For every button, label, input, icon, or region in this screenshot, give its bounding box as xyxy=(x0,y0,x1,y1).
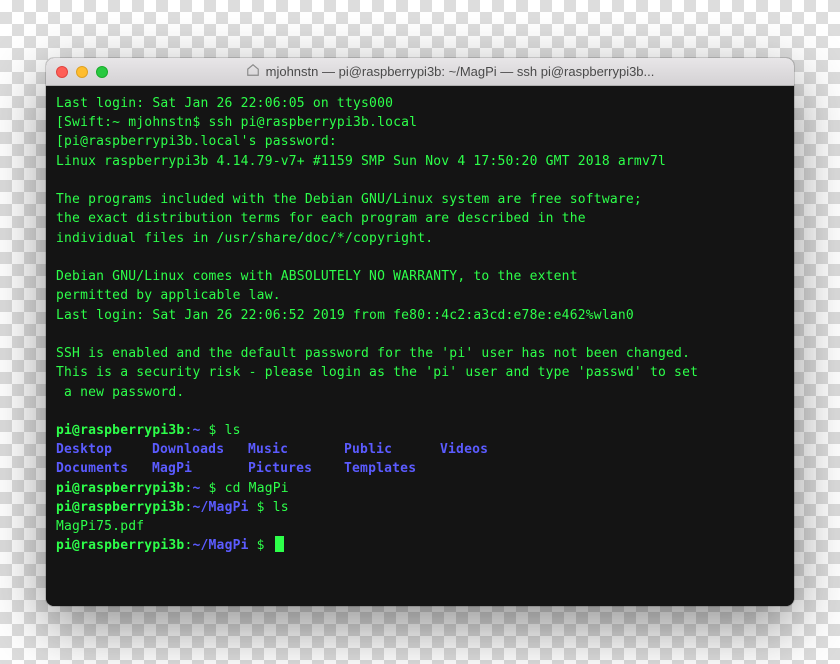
directory-name: Music xyxy=(248,440,344,459)
prompt-sep: : xyxy=(184,421,192,440)
prompt-path: ~ xyxy=(192,479,200,498)
terminal-line: Last login: Sat Jan 26 22:06:05 on ttys0… xyxy=(56,94,784,113)
prompt-user: pi@raspberrypi3b xyxy=(56,421,184,440)
directory-name: Videos xyxy=(440,440,784,459)
prompt-line: pi@raspberrypi3b:~/MagPi $ xyxy=(56,536,784,555)
terminal-line: Linux raspberrypi3b 4.14.79-v7+ #1159 SM… xyxy=(56,152,784,171)
command-text: cd MagPi xyxy=(225,479,289,498)
window-title-wrap: mjohnstn — pi@raspberrypi3b: ~/MagPi — s… xyxy=(116,63,784,80)
prompt-line: pi@raspberrypi3b:~ $ ls xyxy=(56,421,784,440)
blank-line xyxy=(56,171,784,190)
zoom-icon[interactable] xyxy=(96,66,108,78)
terminal-line: SSH is enabled and the default password … xyxy=(56,344,784,363)
directory-name: Desktop xyxy=(56,440,152,459)
directory-name: MagPi xyxy=(152,459,248,478)
prompt-sep: : xyxy=(184,479,192,498)
blank-line xyxy=(56,402,784,421)
prompt-line: pi@raspberrypi3b:~/MagPi $ ls xyxy=(56,498,784,517)
terminal-line: Last login: Sat Jan 26 22:06:52 2019 fro… xyxy=(56,306,784,325)
prompt-user: pi@raspberrypi3b xyxy=(56,536,184,555)
ls-output-row: Documents MagPi Pictures Templates xyxy=(56,459,784,478)
terminal-line: individual files in /usr/share/doc/*/cop… xyxy=(56,229,784,248)
terminal-line: The programs included with the Debian GN… xyxy=(56,190,784,209)
prompt-path: ~/MagPi xyxy=(192,536,248,555)
terminal-line: This is a security risk - please login a… xyxy=(56,363,784,382)
prompt-path: ~ xyxy=(192,421,200,440)
close-icon[interactable] xyxy=(56,66,68,78)
terminal-content[interactable]: Last login: Sat Jan 26 22:06:05 on ttys0… xyxy=(46,86,794,606)
prompt-line: pi@raspberrypi3b:~ $ cd MagPi xyxy=(56,479,784,498)
home-icon xyxy=(246,63,260,80)
minimize-icon[interactable] xyxy=(76,66,88,78)
directory-name: Public xyxy=(344,440,440,459)
directory-name: Templates xyxy=(344,459,440,478)
prompt-user: pi@raspberrypi3b xyxy=(56,498,184,517)
ls-output-row: Desktop Downloads Music Public Videos xyxy=(56,440,784,459)
command-text: ls xyxy=(225,421,241,440)
terminal-line: the exact distribution terms for each pr… xyxy=(56,209,784,228)
prompt-dollar: $ xyxy=(201,421,225,440)
directory-name xyxy=(440,459,784,478)
terminal-line: [pi@raspberrypi3b.local's password: xyxy=(56,132,784,151)
directory-name: Documents xyxy=(56,459,152,478)
directory-name: Downloads xyxy=(152,440,248,459)
traffic-lights xyxy=(56,66,108,78)
prompt-dollar: $ xyxy=(201,479,225,498)
prompt-path: ~/MagPi xyxy=(192,498,248,517)
terminal-line: permitted by applicable law. xyxy=(56,286,784,305)
command-text: ls xyxy=(273,498,289,517)
file-name: MagPi75.pdf xyxy=(56,517,784,536)
prompt-dollar: $ xyxy=(249,498,273,517)
window-title: mjohnstn — pi@raspberrypi3b: ~/MagPi — s… xyxy=(266,64,655,79)
directory-name: Pictures xyxy=(248,459,344,478)
prompt-dollar: $ xyxy=(249,536,273,555)
blank-line xyxy=(56,248,784,267)
prompt-sep: : xyxy=(184,536,192,555)
prompt-user: pi@raspberrypi3b xyxy=(56,479,184,498)
blank-line xyxy=(56,325,784,344)
prompt-sep: : xyxy=(184,498,192,517)
terminal-line: Debian GNU/Linux comes with ABSOLUTELY N… xyxy=(56,267,784,286)
titlebar[interactable]: mjohnstn — pi@raspberrypi3b: ~/MagPi — s… xyxy=(46,58,794,86)
terminal-window: mjohnstn — pi@raspberrypi3b: ~/MagPi — s… xyxy=(46,58,794,606)
cursor-icon xyxy=(275,536,284,552)
terminal-line: a new password. xyxy=(56,383,784,402)
terminal-line: [Swift:~ mjohnstn$ ssh pi@raspberrypi3b.… xyxy=(56,113,784,132)
